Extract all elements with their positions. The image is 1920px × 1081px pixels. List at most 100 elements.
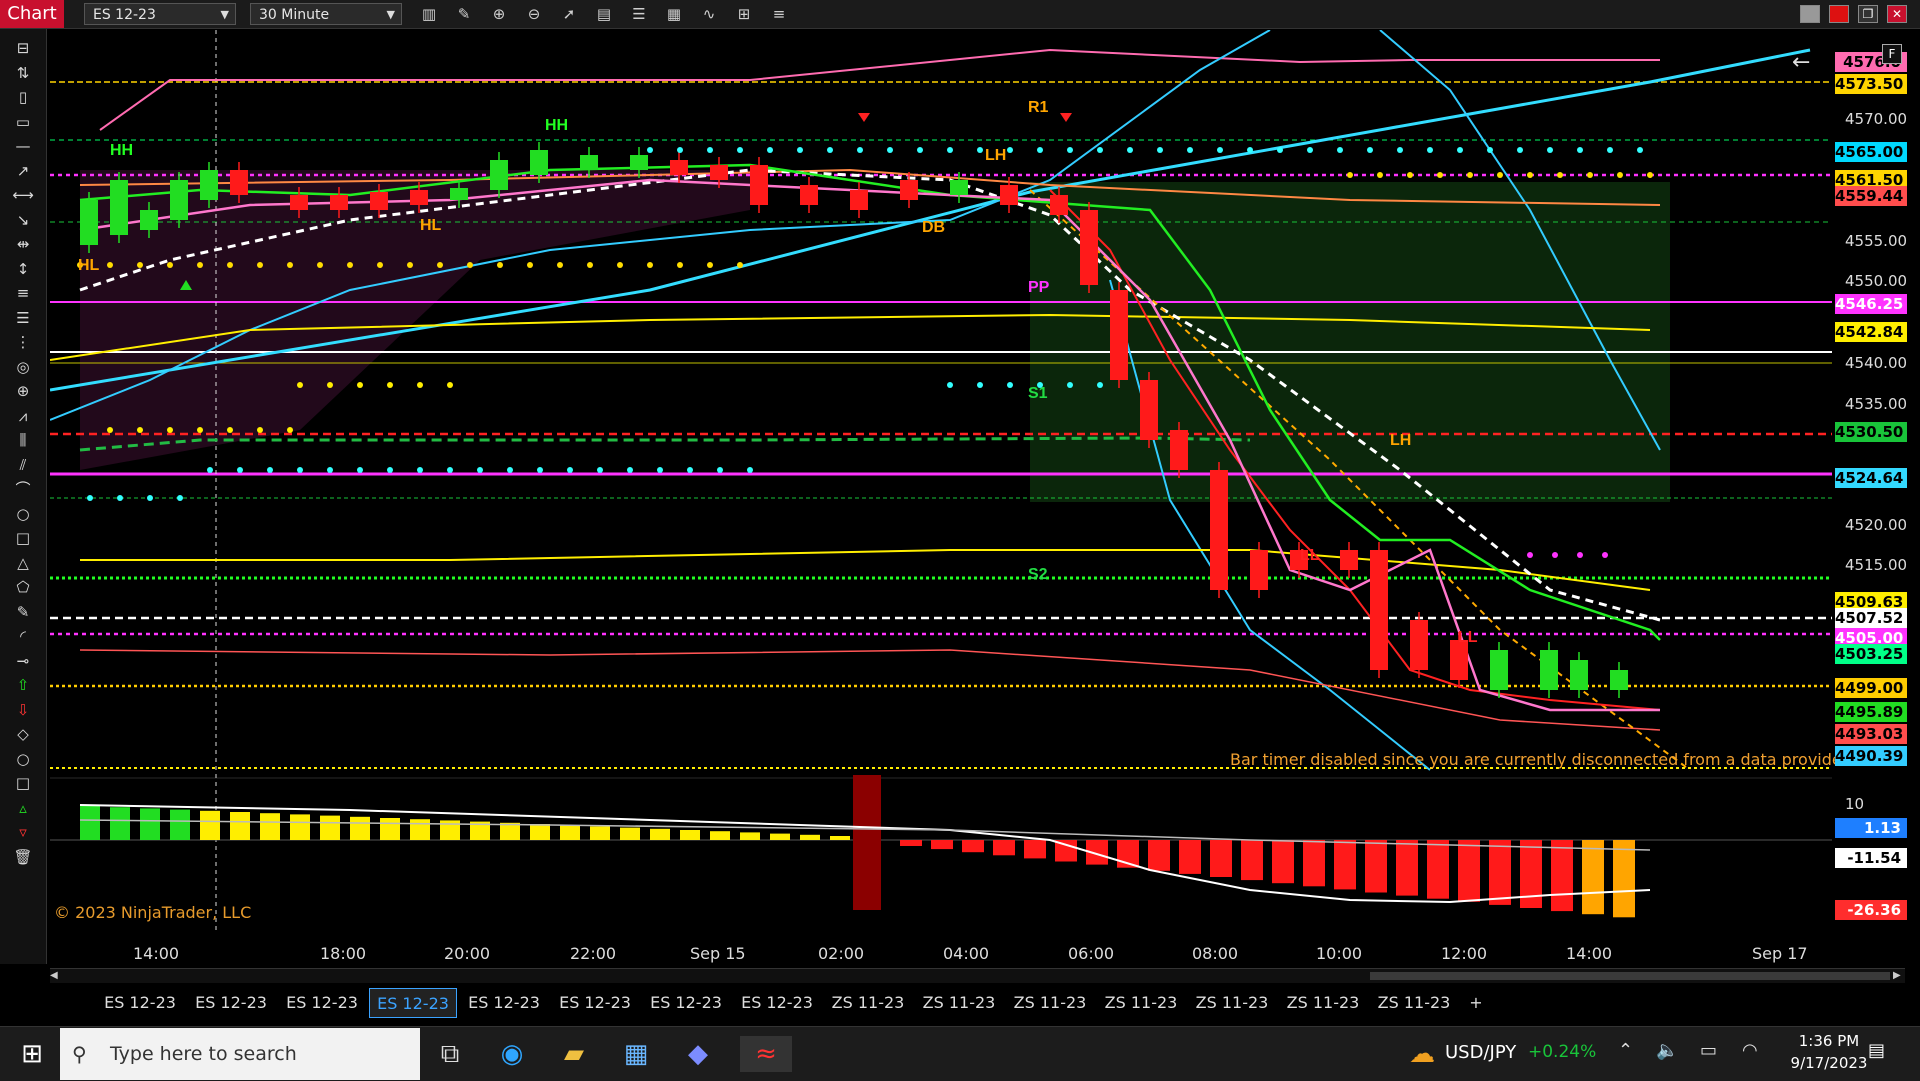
zoom-in-icon[interactable]: ⊕: [488, 4, 510, 24]
app-icon[interactable]: ◆: [678, 1036, 718, 1072]
scrollbar-thumb[interactable]: [1370, 972, 1890, 980]
arc-line-icon[interactable]: ◜: [10, 626, 36, 646]
draw-pencil-icon[interactable]: ✎: [453, 4, 475, 24]
dot-icon[interactable]: ○: [10, 749, 36, 769]
ray-icon[interactable]: ↗: [10, 161, 36, 181]
back-arrow-icon[interactable]: ←: [1792, 50, 1810, 75]
add-tab-button[interactable]: +: [1461, 988, 1491, 1018]
chart-tab[interactable]: ES 12-23: [96, 988, 184, 1018]
path-icon[interactable]: ⊸: [10, 651, 36, 671]
pivot-dot: [1457, 147, 1463, 153]
time-fib-icon[interactable]: ⋮: [10, 332, 36, 352]
pivot-dot: [237, 467, 243, 473]
trend-channel-icon[interactable]: ⫽: [10, 455, 36, 475]
zoom-out-icon[interactable]: ⊖: [523, 4, 545, 24]
histogram-bar: [1396, 840, 1418, 896]
indicators-icon[interactable]: ∿: [698, 4, 720, 24]
triangle-down-icon[interactable]: ▿: [10, 822, 36, 842]
ellipse-icon[interactable]: ○: [10, 504, 36, 524]
chart-tab[interactable]: ZS 11-23: [1279, 988, 1367, 1018]
fib-extension-icon[interactable]: ☰: [10, 308, 36, 328]
close-icon[interactable]: ✕: [1887, 5, 1907, 23]
volume-icon[interactable]: 🔈: [1656, 1040, 1678, 1061]
chart-tab[interactable]: ZS 11-23: [824, 988, 912, 1018]
time-axis-label: 04:00: [943, 944, 990, 963]
histogram-bar: [650, 828, 670, 840]
chart-tab[interactable]: ES 12-23: [187, 988, 275, 1018]
calculator-icon[interactable]: ⊞: [733, 4, 755, 24]
minimize-icon[interactable]: [1800, 5, 1820, 23]
bar-type-icon[interactable]: ▥: [418, 4, 440, 24]
wifi-icon[interactable]: ◠: [1742, 1040, 1758, 1061]
fib-circle-icon[interactable]: ◎: [10, 357, 36, 377]
polygon-icon[interactable]: ⬠: [10, 577, 36, 597]
price-chart[interactable]: HH HH HL HL LH DB R1 PP S1 LH S2 LL LL: [50, 30, 1832, 930]
flip-button[interactable]: F: [1882, 44, 1902, 64]
chart-annotation: R1: [1028, 99, 1049, 116]
horizontal-line-icon[interactable]: ⇹: [10, 234, 36, 254]
interval-selector[interactable]: 30 Minute ▼: [250, 3, 402, 25]
triangle-icon[interactable]: △: [10, 553, 36, 573]
chart-tab[interactable]: ES 12-23: [642, 988, 730, 1018]
vertical-line-icon[interactable]: ↕: [10, 259, 36, 279]
line-icon[interactable]: —: [10, 136, 36, 156]
calculator-app-icon[interactable]: ▦: [616, 1036, 656, 1072]
chart-tab[interactable]: ZS 11-23: [1370, 988, 1458, 1018]
pointer-icon[interactable]: ➚: [558, 4, 580, 24]
restore-icon[interactable]: ❐: [1858, 5, 1878, 23]
chart-tab[interactable]: ES 12-23: [733, 988, 821, 1018]
arrow-up-icon[interactable]: ⇧: [10, 675, 36, 695]
ruler-icon[interactable]: ⊟: [10, 38, 36, 58]
ninjatrader-icon[interactable]: ≈: [740, 1036, 792, 1072]
clock-time[interactable]: 1:36 PM: [1784, 1032, 1874, 1050]
gann-fan-icon[interactable]: ⊕: [10, 381, 36, 401]
notifications-icon[interactable]: ▤: [1868, 1040, 1885, 1061]
scroll-right-icon[interactable]: ▶: [1893, 970, 1905, 982]
chart-tab[interactable]: ZS 11-23: [1006, 988, 1094, 1018]
chevron-up-icon[interactable]: ⌃: [1618, 1040, 1633, 1061]
arrow-line-icon[interactable]: ↘: [10, 210, 36, 230]
pivot-dot: [1547, 147, 1553, 153]
square-icon[interactable]: □: [10, 773, 36, 793]
arc-icon[interactable]: ⌒: [10, 479, 36, 499]
scroll-left-icon[interactable]: ◀: [50, 970, 62, 982]
regression-channel-icon[interactable]: ⫼: [10, 430, 36, 450]
edge-browser-icon[interactable]: ◉: [492, 1036, 532, 1072]
fib-retracement-icon[interactable]: ≡: [10, 283, 36, 303]
text-icon[interactable]: ✎: [10, 602, 36, 622]
task-view-icon[interactable]: ⧉: [430, 1036, 470, 1072]
arrow-down-icon[interactable]: ⇩: [10, 700, 36, 720]
display-icon[interactable]: ▭: [1700, 1040, 1717, 1061]
properties-icon[interactable]: ▤: [593, 4, 615, 24]
region-icon[interactable]: ▯: [10, 87, 36, 107]
extended-line-icon[interactable]: ⟷: [10, 185, 36, 205]
chart-tab[interactable]: ES 12-23: [460, 988, 548, 1018]
taskbar-search-input[interactable]: ⚲ Type here to search: [60, 1028, 420, 1080]
chart-tab[interactable]: ES 12-23: [551, 988, 639, 1018]
horizontal-scrollbar[interactable]: ◀ ▶: [50, 968, 1905, 983]
histogram-bar: [1303, 840, 1325, 887]
windows-start-icon[interactable]: ⊞: [12, 1036, 52, 1072]
triangle-up-icon[interactable]: ▵: [10, 798, 36, 818]
chart-tab[interactable]: ZS 11-23: [915, 988, 1003, 1018]
bullish-candle: [80, 200, 98, 245]
diamond-icon[interactable]: ◇: [10, 724, 36, 744]
maximize-icon[interactable]: [1829, 5, 1849, 23]
risk-reward-icon[interactable]: ⇅: [10, 63, 36, 83]
strategies-icon[interactable]: ▦: [663, 4, 685, 24]
templates-icon[interactable]: ☰: [628, 4, 650, 24]
chart-tab[interactable]: ES 12-23: [369, 988, 457, 1018]
file-explorer-icon[interactable]: ▰: [554, 1036, 594, 1072]
chart-tab[interactable]: ZS 11-23: [1097, 988, 1185, 1018]
trash-icon[interactable]: 🗑: [10, 847, 36, 867]
chart-tab[interactable]: ZS 11-23: [1188, 988, 1276, 1018]
list-icon[interactable]: ≡: [768, 4, 790, 24]
andrews-pitchfork-icon[interactable]: ⩘: [10, 406, 36, 426]
instrument-selector[interactable]: ES 12-23 ▼: [84, 3, 236, 25]
indicator-value-badge: -11.54: [1835, 848, 1907, 868]
clock-date[interactable]: 9/17/2023: [1784, 1054, 1874, 1072]
rectangle-shape-icon[interactable]: □: [10, 528, 36, 548]
price-tick-label: 4520.00: [1845, 516, 1908, 534]
chart-tab[interactable]: ES 12-23: [278, 988, 366, 1018]
rectangle-icon[interactable]: ▭: [10, 112, 36, 132]
